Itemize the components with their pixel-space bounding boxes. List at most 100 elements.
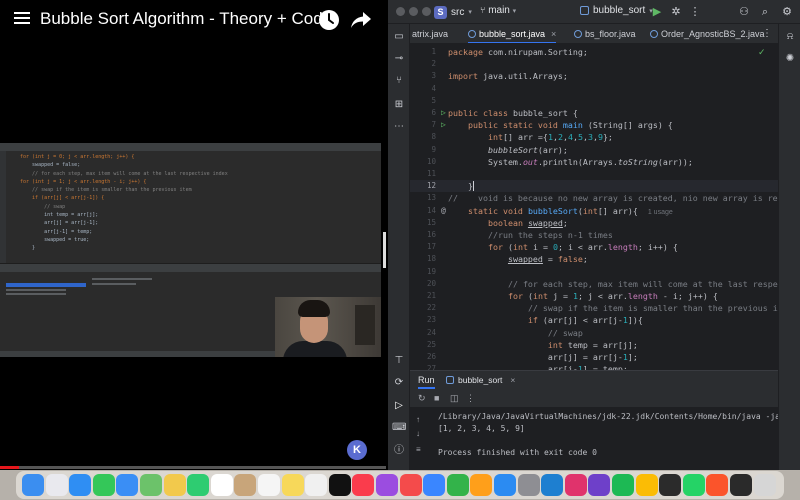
- freeform-icon[interactable]: [305, 474, 328, 496]
- close-tab-icon[interactable]: ×: [551, 29, 556, 39]
- finder-icon[interactable]: [22, 474, 44, 496]
- code-line[interactable]: 12 }: [410, 180, 778, 193]
- code-line[interactable]: 10 System.out.println(Arrays.toString(ar…: [410, 156, 778, 168]
- code-line[interactable]: 7 ▷ public static void main (String[] arg…: [410, 119, 778, 131]
- notes-icon[interactable]: [281, 474, 304, 496]
- news-icon[interactable]: [399, 474, 422, 496]
- code-line[interactable]: 2: [410, 58, 778, 70]
- ai-assistant-icon[interactable]: ✺: [783, 52, 797, 66]
- stop-icon[interactable]: ■: [434, 393, 439, 403]
- share-icon[interactable]: [350, 10, 372, 30]
- code-line[interactable]: 18 swapped = false;: [410, 253, 778, 265]
- code-line[interactable]: 19: [410, 266, 778, 278]
- code-line[interactable]: 27 arr[j-1] = temp;: [410, 363, 778, 370]
- run-panel-title[interactable]: Run: [418, 375, 435, 389]
- run-tab[interactable]: bubble_sort ×: [446, 375, 515, 385]
- problems-icon[interactable]: ⓘ: [392, 444, 406, 458]
- close-run-tab-icon[interactable]: ×: [510, 375, 515, 385]
- search-icon[interactable]: ⌕: [758, 5, 772, 19]
- camera-icon[interactable]: ◫: [450, 393, 459, 404]
- code-line[interactable]: 26 arr[j] = arr[j-1];: [410, 351, 778, 363]
- code-line[interactable]: 6 ▷ public class bubble_sort {: [410, 107, 778, 119]
- structure-icon[interactable]: ⊞: [392, 98, 406, 112]
- chrome-icon[interactable]: [635, 474, 658, 496]
- project-folder-icon[interactable]: ▭: [392, 30, 406, 44]
- trash-icon[interactable]: [753, 474, 776, 496]
- rerun-icon[interactable]: ↻: [418, 393, 426, 404]
- soft-wrap-icon[interactable]: ≡: [416, 445, 421, 454]
- launchpad-icon[interactable]: [45, 474, 68, 496]
- pages-icon[interactable]: [470, 474, 493, 496]
- code-line[interactable]: 22 // swap if the item is smaller than t…: [410, 302, 778, 314]
- code-line[interactable]: 4: [410, 83, 778, 95]
- music-icon[interactable]: [352, 474, 375, 496]
- gutter-run-icon[interactable]: ▷: [441, 109, 446, 117]
- code-line[interactable]: 25 int temp = arr[j];: [410, 339, 778, 351]
- whatsapp-icon[interactable]: [682, 474, 705, 496]
- intellij-icon[interactable]: [564, 474, 587, 496]
- photos-icon[interactable]: [163, 474, 186, 496]
- pull-requests-icon[interactable]: ⑂: [392, 74, 406, 88]
- reminders-icon[interactable]: [258, 474, 280, 496]
- add-user-icon[interactable]: ⚇: [737, 5, 751, 19]
- app-store-icon[interactable]: [494, 474, 516, 496]
- podcasts-icon[interactable]: [376, 474, 398, 496]
- contacts-icon[interactable]: [234, 474, 257, 496]
- messages-icon[interactable]: [92, 474, 115, 496]
- services-icon[interactable]: ⟳: [392, 376, 406, 390]
- maps-icon[interactable]: [140, 474, 162, 496]
- scroll-down-icon[interactable]: ↓: [416, 429, 420, 438]
- code-line[interactable]: 14 @ static void bubbleSort(int[] arr){ 1…: [410, 205, 778, 217]
- facetime-icon[interactable]: [187, 474, 210, 496]
- vscode-icon[interactable]: [541, 474, 564, 496]
- code-line[interactable]: 9 bubbleSort(arr);: [410, 144, 778, 156]
- code-line[interactable]: 15 boolean swapped;: [410, 217, 778, 229]
- brave-icon[interactable]: [706, 474, 729, 496]
- numbers-icon[interactable]: [446, 474, 469, 496]
- spotify-icon[interactable]: [612, 474, 634, 496]
- calendar-icon[interactable]: [210, 474, 233, 496]
- close-window-icon[interactable]: [396, 7, 405, 16]
- keynote-icon[interactable]: [423, 474, 446, 496]
- commit-icon[interactable]: ⊸: [392, 52, 406, 66]
- video-progress-bar[interactable]: [0, 466, 386, 469]
- code-line[interactable]: 23 if (arr[j] < arr[j-1]){: [410, 314, 778, 326]
- tv-icon[interactable]: [328, 474, 351, 496]
- build-icon[interactable]: ⊤: [392, 354, 406, 368]
- console-output[interactable]: /Library/Java/JavaVirtualMachines/jdk-22…: [438, 411, 778, 459]
- debug-icon[interactable]: ✲: [669, 5, 683, 19]
- run-tool-icon[interactable]: ▷: [392, 399, 406, 413]
- video-player[interactable]: Bubble Sort Algorithm - Theory + Code fo…: [0, 0, 386, 470]
- minimize-window-icon[interactable]: [409, 7, 418, 16]
- code-line[interactable]: 3 import java.util.Arrays;: [410, 70, 778, 82]
- scroll-up-icon[interactable]: ↑: [416, 415, 420, 424]
- run-icon[interactable]: ▶: [650, 5, 664, 19]
- code-line[interactable]: 20 // for each step, max item will come …: [410, 278, 778, 290]
- more-actions-icon[interactable]: ⋮: [688, 5, 702, 19]
- run-config-selector[interactable]: bubble_sort ▾: [580, 5, 653, 16]
- app-a-icon[interactable]: [659, 474, 682, 496]
- code-line[interactable]: 21 for (int j = 1; j < arr.length - i; j…: [410, 290, 778, 302]
- gutter-run-icon[interactable]: ▷: [441, 121, 446, 129]
- zoom-window-icon[interactable]: [422, 7, 431, 16]
- code-line[interactable]: 5: [410, 95, 778, 107]
- more-tabs-icon[interactable]: ⋮: [762, 24, 772, 43]
- code-line[interactable]: 16 //run the steps n-1 times: [410, 229, 778, 241]
- github-desktop-icon[interactable]: [588, 474, 611, 496]
- settings-icon[interactable]: ⚙: [780, 5, 794, 19]
- watch-later-icon[interactable]: [318, 9, 340, 31]
- channel-badge[interactable]: K: [347, 440, 367, 460]
- notifications-icon[interactable]: ⍾: [783, 30, 797, 44]
- tab-bs-floor[interactable]: bs_floor.java: [574, 24, 636, 43]
- safari-icon[interactable]: [69, 474, 92, 496]
- menu-icon[interactable]: [14, 12, 30, 26]
- code-line[interactable]: 1 package com.nirupam.Sorting;: [410, 46, 778, 58]
- tab-bubble-sort[interactable]: bubble_sort.java ×: [468, 24, 557, 43]
- terminal-icon[interactable]: ⌨: [392, 421, 406, 435]
- tab-matrix[interactable]: atrix.java: [412, 24, 448, 43]
- code-line[interactable]: 17 for (int i = 0; i < arr.length; i++) …: [410, 241, 778, 253]
- code-line[interactable]: 13 // void is because no new array is cre…: [410, 192, 778, 204]
- code-line[interactable]: 11: [410, 168, 778, 180]
- code-line[interactable]: 24 // swap: [410, 327, 778, 339]
- code-editor[interactable]: ✓ 1 package com.nirupam.Sorting; 2 3 import …: [410, 44, 778, 370]
